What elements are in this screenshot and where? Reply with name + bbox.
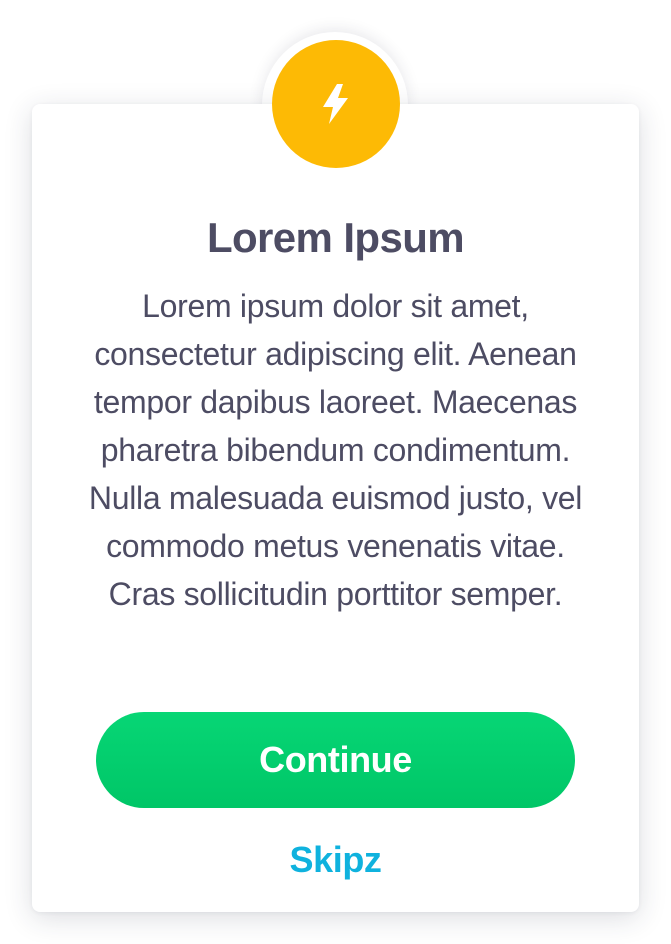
skip-link[interactable]: Skipz <box>32 836 639 884</box>
lightning-bolt-icon <box>323 84 348 124</box>
dialog-title: Lorem Ipsum <box>206 214 465 261</box>
icon-badge <box>272 40 400 168</box>
dialog-body-text: Lorem ipsum dolor sit amet, consectetur … <box>88 288 583 612</box>
continue-button[interactable]: Continue <box>96 712 575 808</box>
screen: Lorem Ipsum Lorem ipsum dolor sit amet, … <box>0 0 671 944</box>
